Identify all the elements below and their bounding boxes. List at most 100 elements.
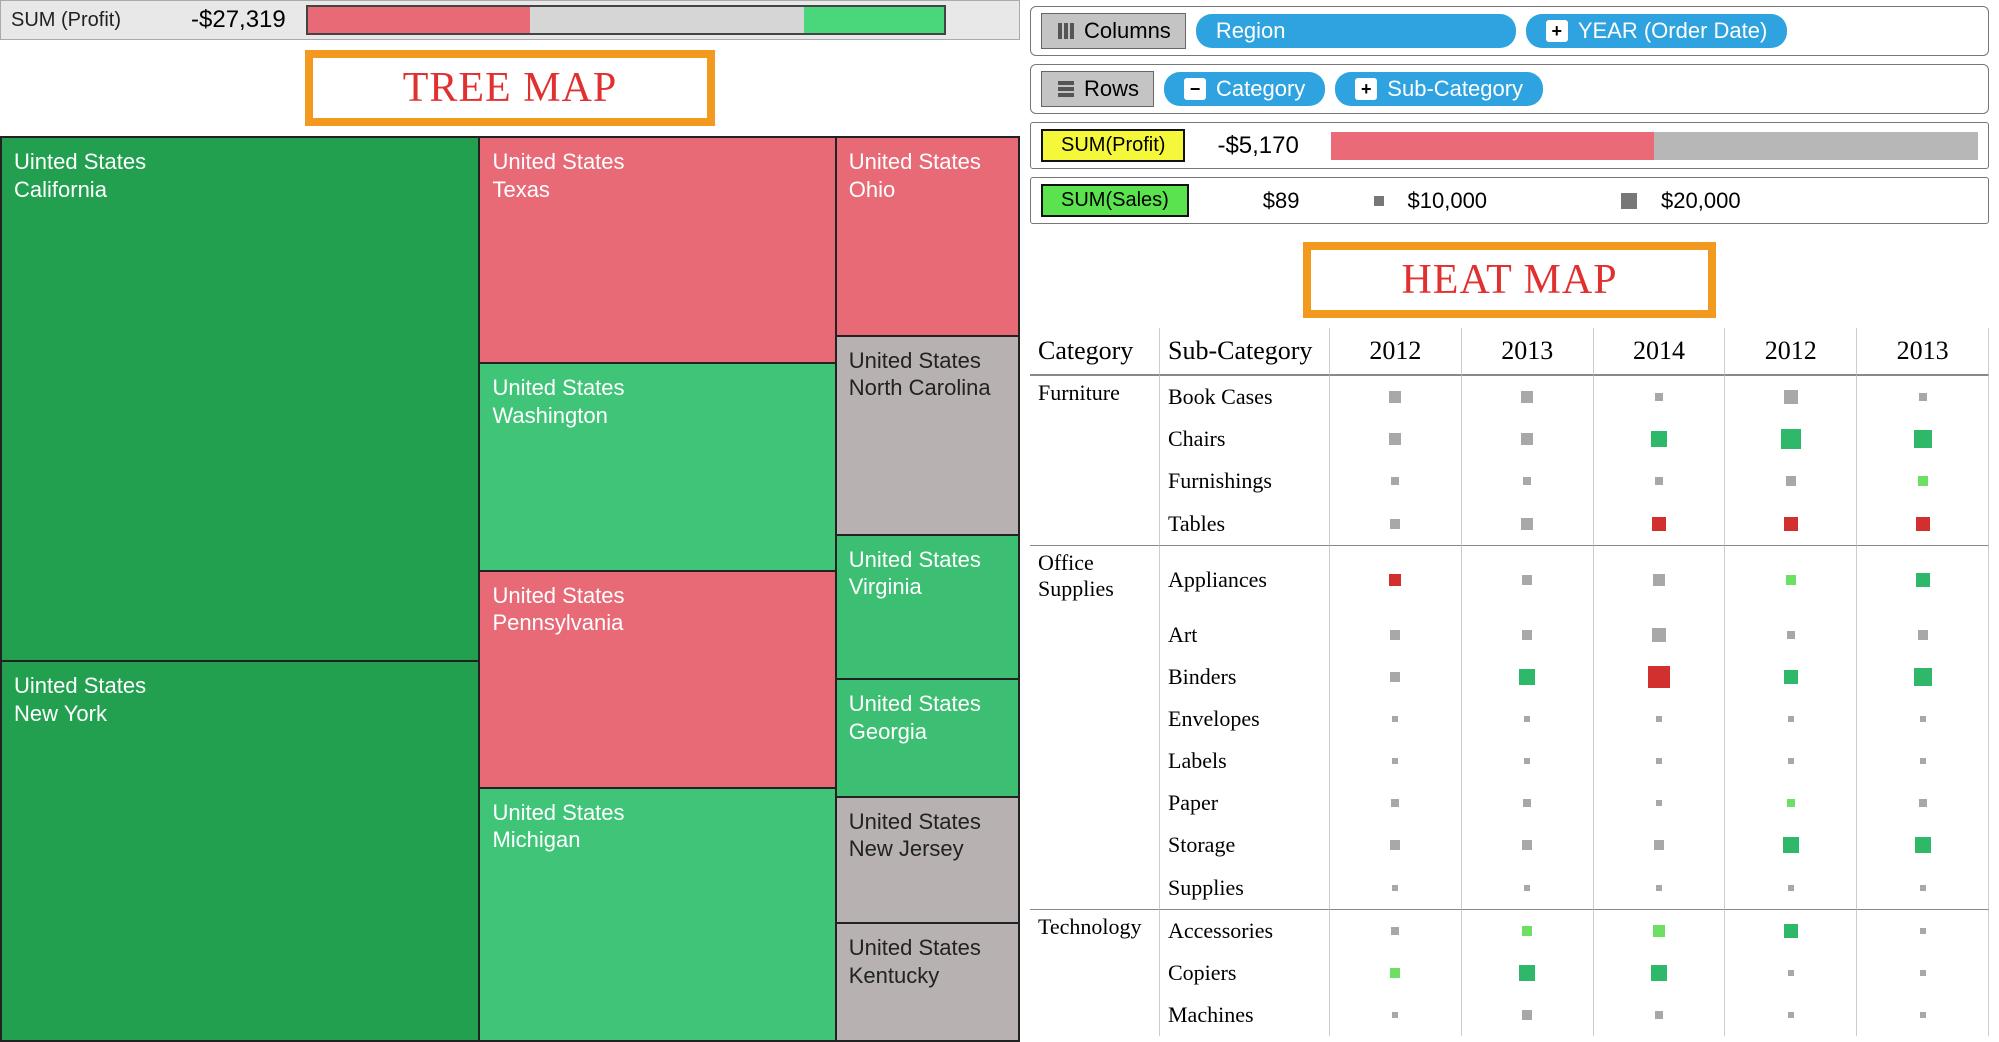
- heatmap-cell[interactable]: [1330, 994, 1462, 1036]
- heatmap-cell[interactable]: [1330, 867, 1462, 909]
- heatmap-cell[interactable]: [1462, 782, 1594, 824]
- heatmap-cell[interactable]: [1330, 545, 1462, 614]
- heatmap-cell[interactable]: [1462, 656, 1594, 698]
- heatmap-cell[interactable]: [1594, 994, 1726, 1036]
- treemap-cell[interactable]: United StatesTexas: [479, 137, 835, 363]
- heatmap-cell[interactable]: [1725, 994, 1857, 1036]
- heatmap-cell[interactable]: [1857, 418, 1989, 460]
- treemap-chart[interactable]: Uinted StatesCaliforniaUinted StatesNew …: [0, 136, 1020, 1042]
- heatmap-cell[interactable]: [1594, 656, 1726, 698]
- heatmap-cell[interactable]: [1594, 782, 1726, 824]
- heatmap-cell[interactable]: [1462, 460, 1594, 502]
- heatmap-cell[interactable]: [1857, 782, 1989, 824]
- heatmap-chart[interactable]: CategorySub-Category20122013201420122013…: [1030, 328, 1989, 1036]
- heatmap-cell[interactable]: [1857, 545, 1989, 614]
- heatmap-cell[interactable]: [1594, 460, 1726, 502]
- heatmap-cell[interactable]: [1462, 614, 1594, 656]
- heatmap-cell[interactable]: [1330, 614, 1462, 656]
- heatmap-cell[interactable]: [1462, 952, 1594, 994]
- treemap-cell[interactable]: United StatesKentucky: [836, 923, 1019, 1041]
- heatmap-cell[interactable]: [1857, 867, 1989, 909]
- rows-shelf[interactable]: Rows − Category + Sub-Category: [1030, 64, 1989, 114]
- treemap-cell[interactable]: United StatesNew Jersey: [836, 797, 1019, 924]
- heatmap-cell[interactable]: [1725, 740, 1857, 782]
- heatmap-cell[interactable]: [1594, 952, 1726, 994]
- heatmap-cell[interactable]: [1857, 909, 1989, 952]
- treemap-cell[interactable]: United StatesNorth Carolina: [836, 336, 1019, 535]
- heatmap-cell[interactable]: [1857, 375, 1989, 418]
- heatmap-cell[interactable]: [1462, 867, 1594, 909]
- treemap-cell[interactable]: United StatesPennsylvania: [479, 571, 835, 788]
- heatmap-cell[interactable]: [1725, 867, 1857, 909]
- heatmap-cell[interactable]: [1462, 909, 1594, 952]
- heatmap-cell[interactable]: [1725, 614, 1857, 656]
- heatmap-cell[interactable]: [1857, 460, 1989, 502]
- heatmap-cell[interactable]: [1594, 418, 1726, 460]
- heatmap-mark: [1390, 630, 1400, 640]
- heatmap-cell[interactable]: [1857, 824, 1989, 866]
- collapse-icon[interactable]: −: [1184, 78, 1206, 100]
- heatmap-cell[interactable]: [1462, 740, 1594, 782]
- heatmap-cell[interactable]: [1857, 740, 1989, 782]
- rows-icon: [1056, 79, 1076, 99]
- heatmap-cell[interactable]: [1857, 503, 1989, 545]
- heatmap-cell[interactable]: [1594, 545, 1726, 614]
- heatmap-cell[interactable]: [1330, 698, 1462, 740]
- heatmap-cell[interactable]: [1462, 545, 1594, 614]
- heatmap-cell[interactable]: [1330, 418, 1462, 460]
- treemap-cell[interactable]: United StatesGeorgia: [836, 679, 1019, 797]
- treemap-cell[interactable]: Uinted StatesCalifornia: [1, 137, 479, 661]
- heatmap-cell[interactable]: [1725, 909, 1857, 952]
- heatmap-cell[interactable]: [1857, 952, 1989, 994]
- heatmap-cell[interactable]: [1330, 503, 1462, 545]
- pill-year[interactable]: + YEAR (Order Date): [1526, 14, 1788, 48]
- heatmap-cell[interactable]: [1725, 656, 1857, 698]
- treemap-cell[interactable]: United StatesWashington: [479, 363, 835, 571]
- heatmap-cell[interactable]: [1462, 503, 1594, 545]
- treemap-cell[interactable]: United StatesVirginia: [836, 535, 1019, 680]
- heatmap-cell[interactable]: [1725, 545, 1857, 614]
- heatmap-cell[interactable]: [1857, 698, 1989, 740]
- heatmap-cell[interactable]: [1725, 418, 1857, 460]
- heatmap-cell[interactable]: [1594, 375, 1726, 418]
- heatmap-cell[interactable]: [1857, 656, 1989, 698]
- heatmap-cell[interactable]: [1330, 952, 1462, 994]
- heatmap-cell[interactable]: [1594, 698, 1726, 740]
- expand-icon[interactable]: +: [1355, 78, 1377, 100]
- heatmap-cell[interactable]: [1594, 503, 1726, 545]
- heatmap-cell[interactable]: [1330, 375, 1462, 418]
- heatmap-cell[interactable]: [1725, 503, 1857, 545]
- heatmap-cell[interactable]: [1462, 698, 1594, 740]
- heatmap-cell[interactable]: [1857, 994, 1989, 1036]
- expand-icon[interactable]: +: [1546, 20, 1568, 42]
- heatmap-cell[interactable]: [1462, 824, 1594, 866]
- heatmap-cell[interactable]: [1857, 614, 1989, 656]
- pill-subcategory[interactable]: + Sub-Category: [1335, 72, 1543, 106]
- heatmap-cell[interactable]: [1330, 909, 1462, 952]
- heatmap-cell[interactable]: [1330, 740, 1462, 782]
- heatmap-cell[interactable]: [1725, 698, 1857, 740]
- treemap-cell[interactable]: United StatesMichigan: [479, 788, 835, 1041]
- heatmap-cell[interactable]: [1725, 782, 1857, 824]
- heatmap-cell[interactable]: [1725, 460, 1857, 502]
- heatmap-cell[interactable]: [1462, 994, 1594, 1036]
- treemap-cell[interactable]: Uinted StatesNew York: [1, 661, 479, 1041]
- columns-shelf[interactable]: Columns Region + YEAR (Order Date): [1030, 6, 1989, 56]
- heatmap-cell[interactable]: [1725, 824, 1857, 866]
- heatmap-cell[interactable]: [1330, 824, 1462, 866]
- heatmap-cell[interactable]: [1594, 909, 1726, 952]
- heatmap-cell[interactable]: [1594, 824, 1726, 866]
- heatmap-cell[interactable]: [1462, 375, 1594, 418]
- heatmap-cell[interactable]: [1462, 418, 1594, 460]
- heatmap-cell[interactable]: [1725, 375, 1857, 418]
- heatmap-cell[interactable]: [1725, 952, 1857, 994]
- heatmap-cell[interactable]: [1594, 740, 1726, 782]
- pill-category[interactable]: − Category: [1164, 72, 1325, 106]
- treemap-cell[interactable]: United StatesOhio: [836, 137, 1019, 336]
- heatmap-cell[interactable]: [1330, 460, 1462, 502]
- heatmap-cell[interactable]: [1330, 656, 1462, 698]
- heatmap-cell[interactable]: [1330, 782, 1462, 824]
- heatmap-cell[interactable]: [1594, 614, 1726, 656]
- pill-region[interactable]: Region: [1196, 14, 1516, 48]
- heatmap-cell[interactable]: [1594, 867, 1726, 909]
